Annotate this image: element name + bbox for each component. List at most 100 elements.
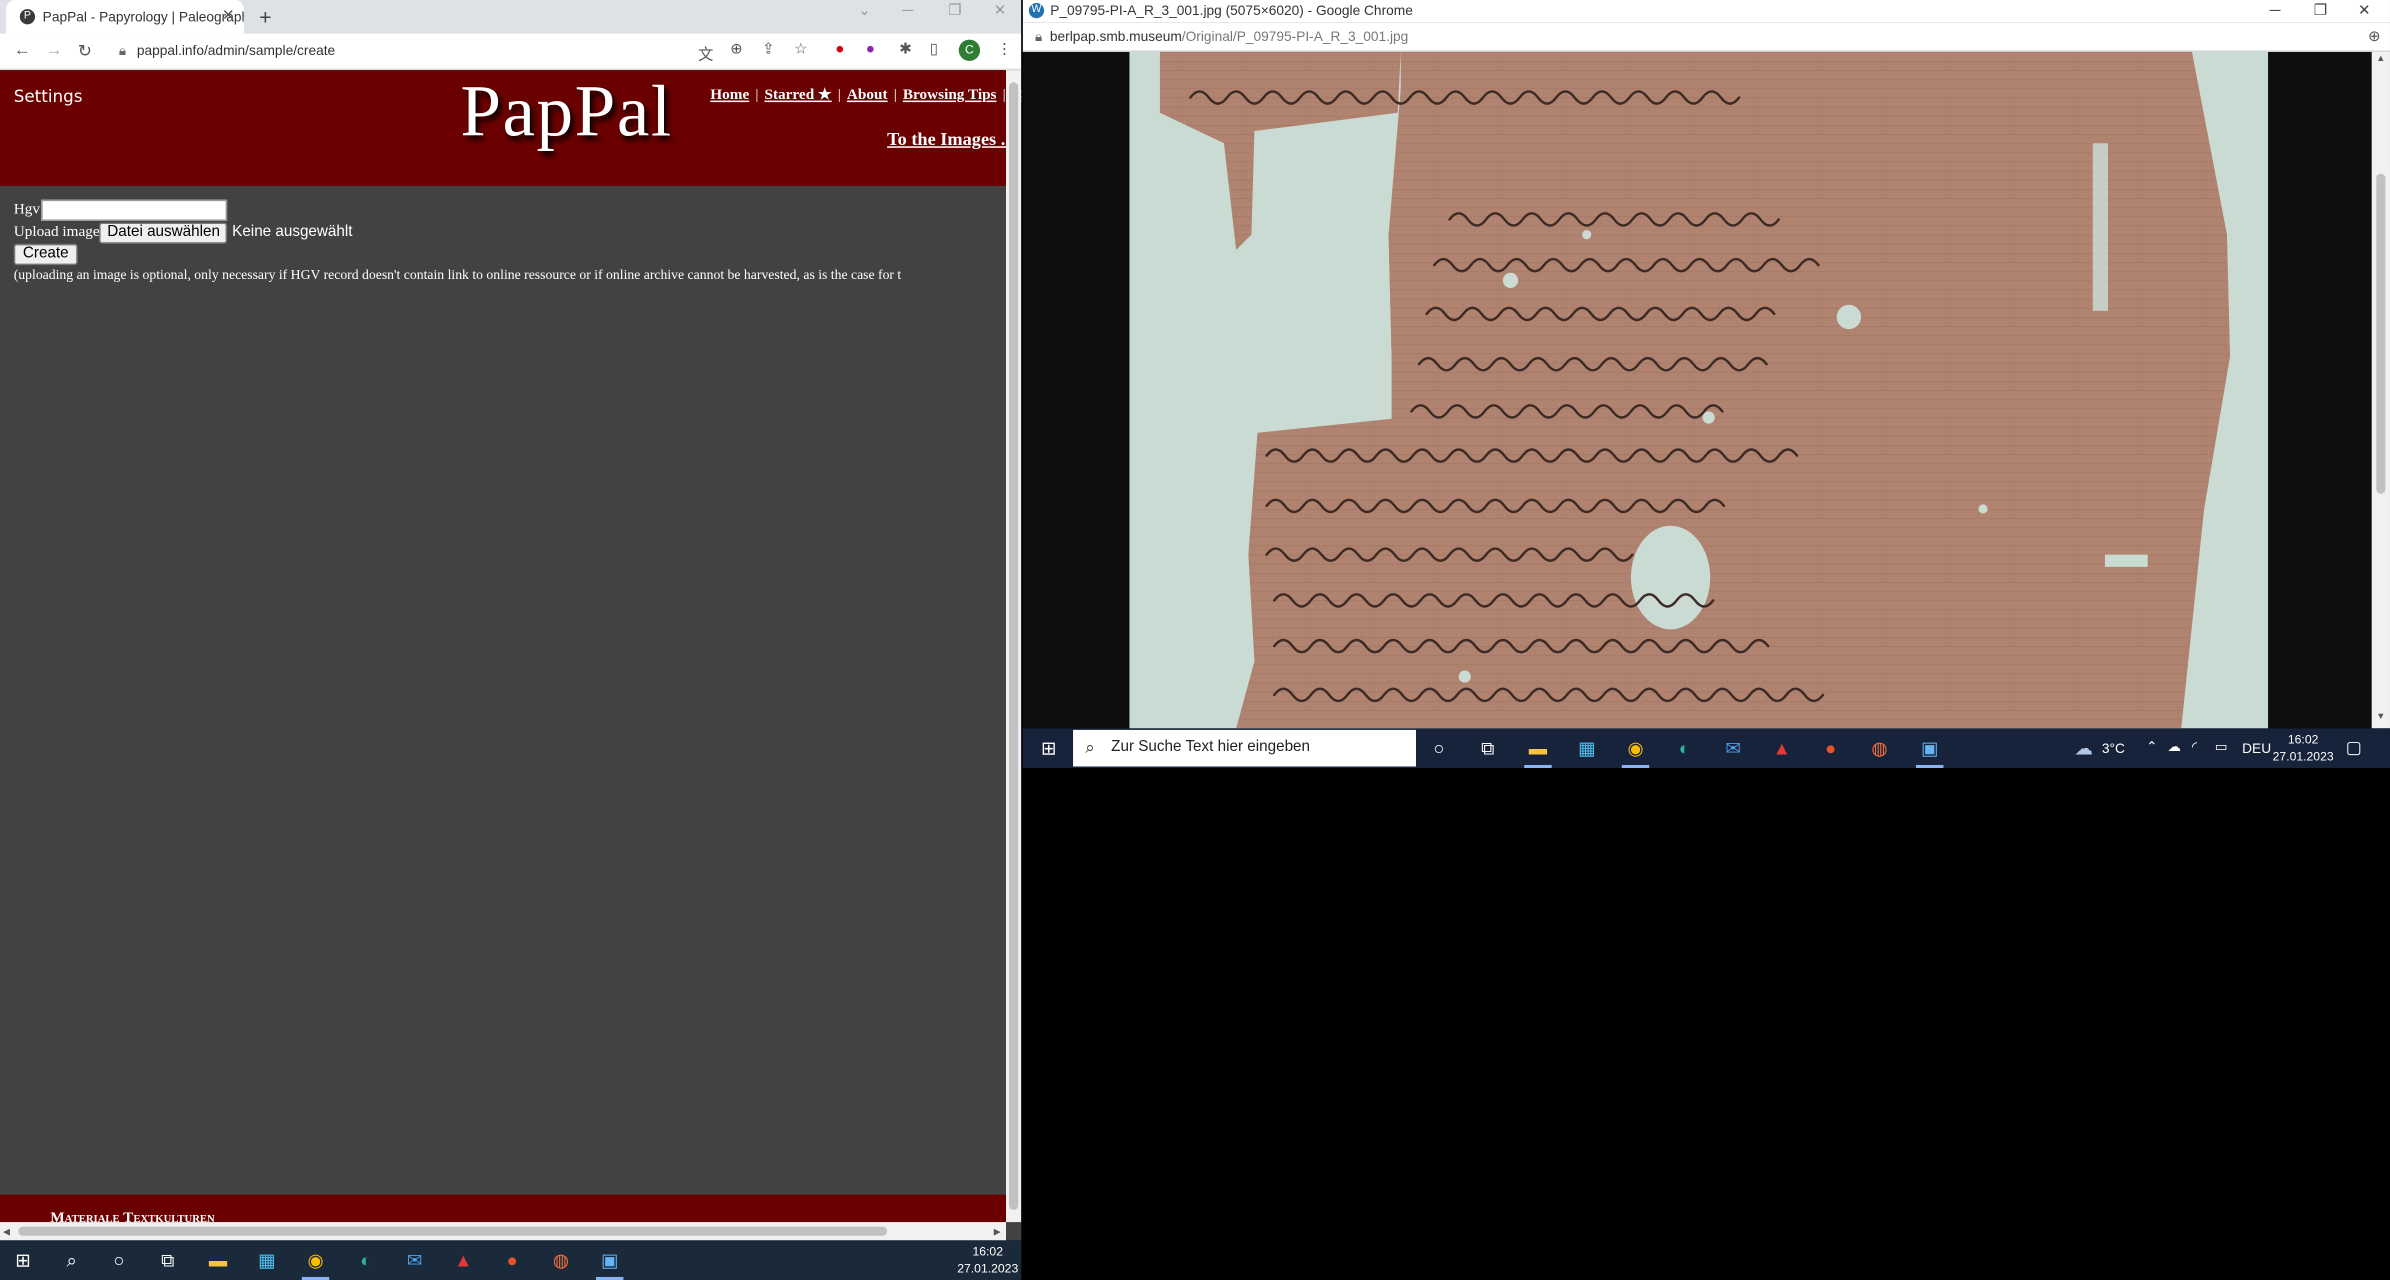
pappal-favicon-icon: P: [19, 9, 36, 25]
vertical-scrollbar[interactable]: [1005, 70, 1022, 1223]
cortana-icon[interactable]: ○: [1425, 734, 1452, 761]
edge-icon[interactable]: ◐: [352, 1246, 379, 1273]
battery-icon[interactable]: ▭: [2215, 739, 2228, 756]
scroll-up-icon[interactable]: ▲: [2376, 55, 2385, 64]
scroll-left-icon[interactable]: ◀: [3, 1227, 10, 1237]
vertical-scroll-thumb[interactable]: [1009, 82, 1019, 1210]
edge-icon[interactable]: ◐: [1671, 734, 1698, 761]
network-icon[interactable]: ◜: [2192, 739, 2197, 756]
firefox-icon[interactable]: ◍: [1866, 734, 1893, 761]
top-navigation: Home|Starred ★|About|Browsing Tips|C: [710, 87, 1021, 104]
right-vertical-scrollbar[interactable]: ▲ ▼: [2371, 51, 2390, 729]
create-row: Create: [13, 243, 78, 266]
new-tab-button[interactable]: +: [259, 5, 271, 29]
onedrive-icon[interactable]: ☁: [2167, 739, 2181, 756]
papyrus-image[interactable]: [1129, 51, 2269, 729]
no-file-selected-text: Keine ausgewählt: [232, 224, 353, 241]
right-url-path: /Original/P_09795-PI-A_R_3_001.jpg: [1181, 28, 1409, 45]
task-view-icon[interactable]: ⧉: [154, 1246, 181, 1273]
horizontal-scroll-thumb[interactable]: [18, 1226, 888, 1236]
right-title-bar: W P_09795-PI-A_R_3_001.jpg (5075×6020) -…: [1022, 0, 2390, 23]
acrobat-icon[interactable]: ▲: [1768, 734, 1795, 761]
extension-red-icon[interactable]: ●: [835, 41, 844, 58]
file-explorer-icon[interactable]: ▬: [204, 1246, 231, 1273]
extension-purple-icon[interactable]: ●: [866, 41, 875, 58]
task-view-icon[interactable]: ⧉: [1474, 734, 1501, 761]
translate-icon[interactable]: 文: [698, 41, 713, 64]
forward-button[interactable]: →: [46, 41, 63, 59]
store-icon[interactable]: ▦: [1573, 734, 1600, 761]
minimize-button[interactable]: ─: [902, 3, 913, 20]
store-icon[interactable]: ▦: [253, 1246, 280, 1273]
right-minimize-button[interactable]: ─: [2270, 0, 2281, 23]
horizontal-scrollbar[interactable]: ◀ ▶: [0, 1222, 1006, 1241]
taskbar-right: ⊞ ⌕ Zur Suche Text hier eingeben ○ ⧉ ▬ ▦…: [1022, 728, 2390, 769]
right-restore-button[interactable]: ❐: [2314, 0, 2328, 23]
back-button[interactable]: ←: [14, 41, 31, 59]
mail-icon[interactable]: ✉: [401, 1246, 428, 1273]
cortana-icon[interactable]: ○: [105, 1246, 132, 1273]
chrome-icon[interactable]: ◉: [302, 1246, 329, 1273]
upload-row: Upload image Datei auswählen Keine ausgewä…: [14, 222, 353, 244]
url-field[interactable]: 🔒︎ pappal.info/admin/sample/create: [119, 43, 335, 60]
tab-search-icon[interactable]: ⌄: [858, 3, 871, 20]
nav-about-link[interactable]: About: [847, 87, 888, 104]
left-browser-window: P PapPal - Papyrology | Paleograph ✕ + ⌄…: [0, 0, 1022, 1241]
acrobat-icon[interactable]: ▲: [450, 1246, 477, 1273]
weather-temperature[interactable]: 3°C: [2102, 741, 2125, 756]
powerpoint-icon[interactable]: ●: [498, 1246, 525, 1273]
clock-date: 27.01.2023: [2272, 749, 2334, 764]
scroll-right-icon[interactable]: ▶: [994, 1227, 1001, 1237]
right-vertical-scroll-thumb[interactable]: [2376, 173, 2386, 494]
hgv-input[interactable]: [41, 199, 228, 221]
notifications-icon[interactable]: ▢: [2346, 738, 2362, 757]
lock-icon: 🔒︎: [118, 42, 127, 58]
taskbar-search-box[interactable]: ⌕ Zur Suche Text hier eingeben: [1073, 729, 1417, 767]
nav-home-link[interactable]: Home: [710, 87, 749, 104]
mail-icon[interactable]: ✉: [1719, 734, 1746, 761]
right-address-bar[interactable]: 🔒︎ berlpap.smb.museum/Original/P_09795-PI…: [1022, 22, 2390, 52]
weather-cloud-icon[interactable]: ☁: [2074, 738, 2092, 759]
restore-button[interactable]: ❐: [948, 3, 962, 20]
settings-link[interactable]: Settings: [14, 87, 83, 107]
taskbar-clock-left[interactable]: 16:02 27.01.2023: [957, 1243, 1018, 1277]
chrome-icon[interactable]: ◉: [1622, 734, 1649, 761]
windows-start-icon[interactable]: ⊞: [1035, 734, 1062, 761]
powerpoint-icon[interactable]: ●: [1817, 734, 1844, 761]
share-icon[interactable]: ⇪: [762, 41, 775, 58]
extensions-puzzle-icon[interactable]: ✱: [899, 41, 912, 58]
right-window-title: P_09795-PI-A_R_3_001.jpg (5075×6020) - G…: [1050, 3, 1413, 19]
language-indicator[interactable]: DEU: [2242, 741, 2271, 756]
reload-button[interactable]: ↻: [78, 41, 92, 61]
right-url-domain: berlpap.smb.museum: [1049, 28, 1182, 45]
scroll-down-icon[interactable]: ▼: [2376, 713, 2385, 722]
tray-chevron-icon[interactable]: ⌃: [2146, 739, 2158, 756]
search-icon[interactable]: ⌕: [58, 1246, 85, 1273]
bookmark-star-icon[interactable]: ☆: [794, 41, 808, 58]
right-zoom-icon[interactable]: ⊕: [2368, 23, 2381, 52]
clock-time: 16:02: [972, 1244, 1003, 1259]
choose-file-button[interactable]: Datei auswählen: [99, 222, 228, 244]
desktop: P PapPal - Papyrology | Paleograph ✕ + ⌄…: [0, 0, 2390, 1280]
lock-icon: 🔒︎: [1034, 28, 1043, 45]
nav-browsing-tips-link[interactable]: Browsing Tips: [903, 87, 997, 104]
right-close-button[interactable]: ✕: [2358, 0, 2371, 23]
close-window-button[interactable]: ✕: [994, 3, 1007, 20]
photos-icon[interactable]: ▣: [1916, 734, 1943, 761]
file-explorer-icon[interactable]: ▬: [1524, 734, 1551, 761]
nav-starred-link[interactable]: Starred ★: [764, 87, 831, 104]
photos-icon[interactable]: ▣: [596, 1246, 623, 1273]
menu-kebab-icon[interactable]: ⋮: [997, 41, 1012, 58]
firefox-icon[interactable]: ◍: [547, 1246, 574, 1273]
zoom-icon[interactable]: ⊕: [730, 41, 743, 58]
site-logo[interactable]: PapPal: [460, 70, 672, 154]
create-button[interactable]: Create: [13, 243, 78, 266]
close-tab-icon[interactable]: ✕: [222, 0, 235, 34]
tab-title: PapPal - Papyrology | Paleograph: [42, 9, 244, 25]
tab-pappal[interactable]: P PapPal - Papyrology | Paleograph ✕: [6, 0, 244, 34]
taskbar-clock-right[interactable]: 16:02 27.01.2023: [2273, 731, 2334, 765]
to-the-images-link[interactable]: To the Images ...: [887, 128, 1014, 151]
side-panel-icon[interactable]: ▯: [930, 41, 938, 58]
profile-avatar[interactable]: C: [958, 39, 981, 61]
windows-start-icon[interactable]: ⊞: [9, 1246, 36, 1273]
